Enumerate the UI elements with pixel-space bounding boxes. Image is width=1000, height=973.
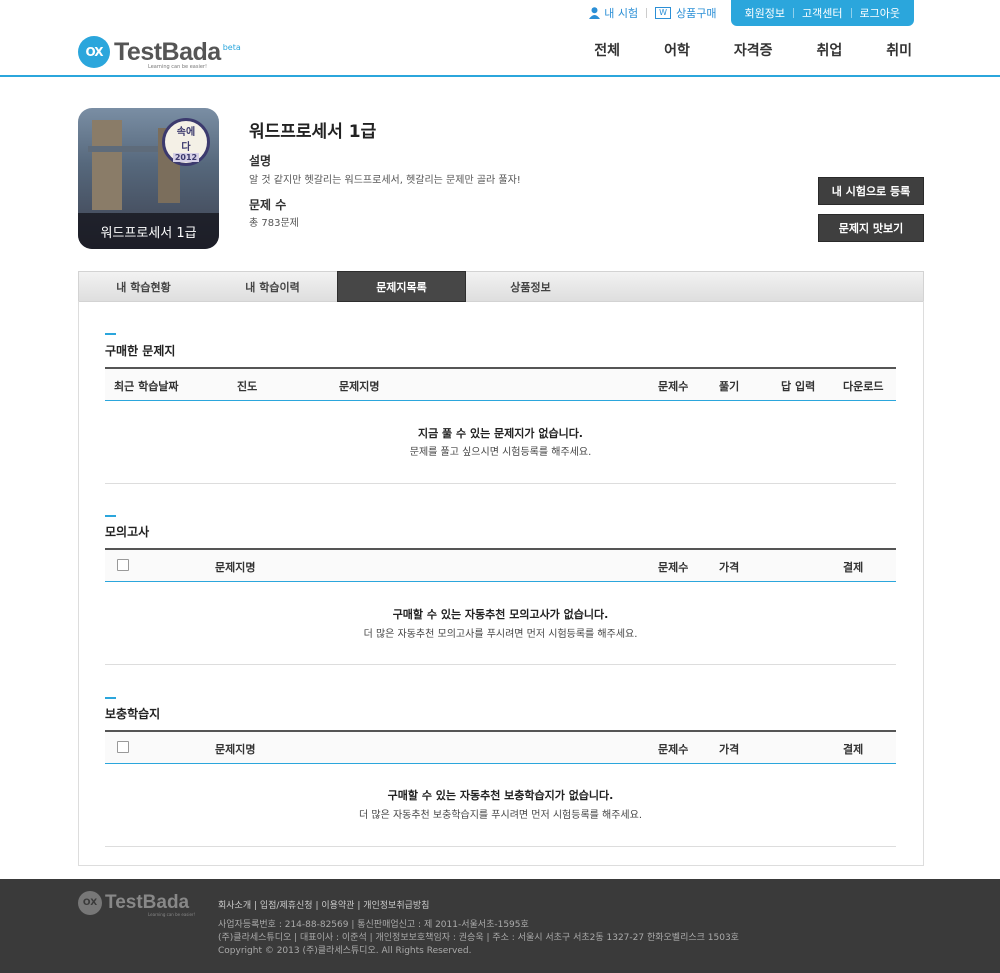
col-question-count: 문제수 xyxy=(658,561,689,574)
col-question-count: 문제수 xyxy=(658,743,689,756)
tab-my-status[interactable]: 내 학습현황 xyxy=(79,272,208,301)
footer-business-info: 사업자등록번호 : 214-88-82569 | 통신판매업신고 : 제 201… xyxy=(218,920,529,930)
question-count-label: 문제 수 xyxy=(249,198,287,212)
supplement-empty-message: 구매할 수 있는 자동추천 보충학습지가 없습니다. xyxy=(387,789,614,802)
section-divider xyxy=(105,846,896,847)
logo-name: TestBada xyxy=(114,37,221,66)
thumbnail-tower xyxy=(92,120,122,210)
nav-item-employment[interactable]: 취업 xyxy=(816,40,842,60)
main-nav: 전체 어학 자격증 취업 취미 xyxy=(550,40,912,60)
mock-table-header: 문제지명 문제수 가격 결제 xyxy=(105,548,896,582)
section-marker xyxy=(105,697,116,699)
preview-button[interactable]: 문제지 맛보기 xyxy=(818,214,924,242)
footer-logo-tagline: Learning can be easier! xyxy=(148,912,196,917)
buy-product-label: 상품구매 xyxy=(676,7,717,20)
col-recent-date: 최근 학습날짜 xyxy=(114,380,179,393)
section-marker xyxy=(105,515,116,517)
my-exam-link[interactable]: 내 시험 xyxy=(581,0,646,26)
my-exam-label: 내 시험 xyxy=(604,7,639,20)
member-info-link[interactable]: 회원정보 xyxy=(737,5,793,21)
badge-text: 속에 xyxy=(176,126,196,138)
site-footer: OX TestBada Learning can be easier! 회사소개… xyxy=(0,879,1000,973)
description-text: 알 것 같지만 헷갈리는 워드프로세서, 헷갈리는 문제만 골라 풀자! xyxy=(249,175,521,186)
section-marker xyxy=(105,333,116,335)
col-question-count: 문제수 xyxy=(658,380,689,393)
product-thumbnail: 속에 다 2012 워드프로세서 1급 xyxy=(78,108,219,249)
person-icon xyxy=(589,7,601,19)
tab-bar: 내 학습현황 내 학습이력 문제지목록 상품정보 xyxy=(78,271,924,302)
thumbnail-badge: 속에 다 2012 xyxy=(162,118,210,166)
col-paper-name: 문제지명 xyxy=(215,743,256,756)
buy-product-link[interactable]: W 상품구매 xyxy=(647,0,724,26)
customer-center-link[interactable]: 고객센터 xyxy=(794,5,850,21)
logo-mark: OX xyxy=(78,36,110,68)
tab-paper-list[interactable]: 문제지목록 xyxy=(337,271,466,302)
won-icon: W xyxy=(655,7,672,19)
footer-links[interactable]: 회사소개 | 입점/제휴신청 | 이용약관 | 개인정보취급방침 xyxy=(218,898,429,911)
logo-tagline: Learning can be easier! xyxy=(148,64,207,70)
footer-logo: OX TestBada Learning can be easier! xyxy=(78,891,195,917)
nav-item-certificate[interactable]: 자격증 xyxy=(734,40,773,60)
col-download: 다운로드 xyxy=(843,380,884,393)
footer-logo-mark: OX xyxy=(78,891,102,915)
description-label: 설명 xyxy=(249,154,272,168)
col-payment: 결제 xyxy=(843,561,864,574)
site-header: 내 시험 W 상품구매 회원정보 고객센터 로그아웃 OX TestBada b… xyxy=(0,0,1000,77)
product-title: 워드프로세서 1급 xyxy=(249,122,377,142)
member-bar: 회원정보 고객센터 로그아웃 xyxy=(730,0,914,26)
top-utility-bar: 내 시험 W 상품구매 회원정보 고객센터 로그아웃 xyxy=(581,0,914,26)
nav-item-hobby[interactable]: 취미 xyxy=(886,40,912,60)
col-payment: 결제 xyxy=(843,743,864,756)
mock-empty-note: 더 많은 자동추천 모의고사를 푸시려면 먼저 시험등록를 해주세요. xyxy=(363,629,638,640)
nav-item-all[interactable]: 전체 xyxy=(594,40,620,60)
supplement-empty-note: 더 많은 자동추천 보충학습지를 푸시려면 먼저 시험등록를 해주세요. xyxy=(358,810,643,821)
col-solve: 풀기 xyxy=(719,380,740,393)
nav-item-language[interactable]: 어학 xyxy=(664,40,690,60)
col-price: 가격 xyxy=(719,561,740,574)
supplement-table-header: 문제지명 문제수 가격 결제 xyxy=(105,730,896,764)
mock-empty-message: 구매할 수 있는 자동추천 모의고사가 없습니다. xyxy=(392,608,609,621)
section-divider xyxy=(105,483,896,484)
supplement-section-title: 보충학습지 xyxy=(105,707,161,721)
purchased-section-title: 구매한 문제지 xyxy=(105,344,176,358)
mock-section-title: 모의고사 xyxy=(105,525,150,539)
col-price: 가격 xyxy=(719,743,740,756)
col-answer-input: 답 입력 xyxy=(781,380,816,393)
badge-year: 2012 xyxy=(172,152,200,162)
thumbnail-caption: 워드프로세서 1급 xyxy=(78,213,219,249)
site-logo[interactable]: OX TestBada beta Learning can be easier! xyxy=(78,36,241,70)
purchased-empty-message: 지금 풀 수 있는 문제지가 없습니다. xyxy=(417,427,583,440)
logo-beta: beta xyxy=(222,42,241,52)
question-count: 총 783문제 xyxy=(249,218,299,229)
footer-copyright: Copyright © 2013 (주)클라세스튜디오. All Rights … xyxy=(218,946,472,956)
register-my-exam-button[interactable]: 내 시험으로 등록 xyxy=(818,177,924,205)
section-divider xyxy=(105,664,896,665)
footer-company-info: (주)클라세스튜디오 | 대표이사 : 이준석 | 개인정보보호책임자 : 권승… xyxy=(218,933,739,943)
footer-logo-name: TestBada xyxy=(105,892,190,913)
badge-text: 다 xyxy=(181,141,191,153)
col-paper-name: 문제지명 xyxy=(339,380,380,393)
purchased-empty-note: 문제를 풀고 싶으시면 시험등록를 해주세요. xyxy=(409,447,592,458)
select-all-checkbox[interactable] xyxy=(117,741,129,753)
tab-my-history[interactable]: 내 학습이력 xyxy=(208,272,337,301)
col-progress: 진도 xyxy=(237,380,258,393)
col-paper-name: 문제지명 xyxy=(215,561,256,574)
logout-link[interactable]: 로그아웃 xyxy=(852,5,908,21)
select-all-checkbox[interactable] xyxy=(117,559,129,571)
purchased-table-header: 최근 학습날짜 진도 문제지명 문제수 풀기 답 입력 다운로드 xyxy=(105,367,896,401)
tab-product-info[interactable]: 상품정보 xyxy=(466,272,595,301)
